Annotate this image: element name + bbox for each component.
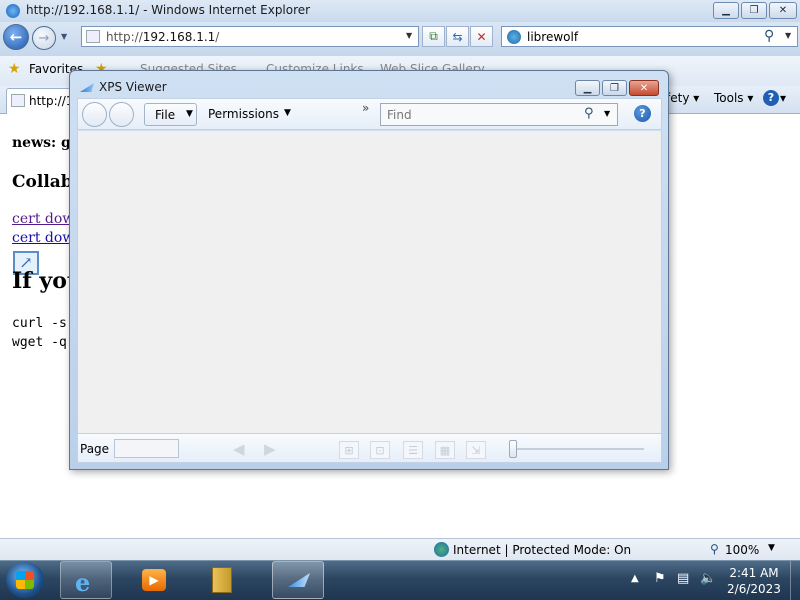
xps-viewer-window: XPS Viewer ▁ ❐ ✕ File ▼ Permissions ▼ » … xyxy=(69,70,669,470)
ie-taskbar-icon: e xyxy=(75,568,91,597)
collab-heading: Collab xyxy=(12,172,73,192)
taskbar-media-player-button[interactable]: ▶ xyxy=(128,561,180,599)
find-box[interactable]: Find ⚲ ▼ xyxy=(380,103,618,126)
clock-date: 2/6/2023 xyxy=(727,582,781,596)
previous-page-icon[interactable]: ◀ xyxy=(233,440,245,458)
search-icon[interactable]: ⚲ xyxy=(764,28,774,44)
refresh-icon[interactable]: ⇆ xyxy=(446,26,469,47)
page-label: Page xyxy=(80,442,110,456)
address-text: http://192.168.1.1/ xyxy=(106,30,220,44)
tab-label: http://1 xyxy=(29,94,74,108)
help-dropdown-icon[interactable]: ▾ xyxy=(780,91,786,105)
permissions-menu-label: Permissions xyxy=(208,107,279,121)
recent-pages-dropdown-icon[interactable]: ▼ xyxy=(61,32,67,41)
find-input[interactable]: Find xyxy=(387,108,412,122)
media-player-icon: ▶ xyxy=(142,569,166,591)
clock[interactable]: 2:41 AM 2/6/2023 xyxy=(722,565,786,597)
permissions-dropdown-icon: ▼ xyxy=(284,108,291,118)
fit-page-icon[interactable]: ⊡ xyxy=(370,441,390,459)
find-search-icon[interactable]: ⚲ xyxy=(584,106,594,121)
show-desktop-button[interactable] xyxy=(790,561,800,600)
xps-taskbar-icon xyxy=(288,573,310,587)
zone-status-text[interactable]: Internet | Protected Mode: On xyxy=(453,543,631,557)
fit-width-icon[interactable]: ☰ xyxy=(403,441,423,459)
zoom-slider-thumb[interactable] xyxy=(509,440,517,458)
next-page-icon[interactable]: ▶ xyxy=(264,440,276,458)
xps-title: XPS Viewer xyxy=(99,80,167,94)
taskbar-xps-button[interactable] xyxy=(272,561,324,599)
xps-help-icon[interactable]: ? xyxy=(634,105,651,122)
find-dropdown-icon[interactable]: ▼ xyxy=(604,109,610,118)
search-input[interactable]: librewolf xyxy=(527,30,578,44)
document-area[interactable] xyxy=(77,131,662,433)
search-box[interactable]: librewolf ⚲ ▼ xyxy=(501,26,798,47)
zoom-level[interactable]: 100% xyxy=(725,543,759,557)
address-dropdown-icon[interactable]: ▼ xyxy=(406,31,412,40)
clock-time: 2:41 AM xyxy=(729,566,779,580)
maximize-button[interactable]: ❐ xyxy=(741,2,767,19)
action-center-icon[interactable]: ⚑ xyxy=(654,571,666,586)
zoom-dropdown-icon[interactable]: ▼ xyxy=(768,543,775,553)
xps-app-icon xyxy=(80,83,94,92)
file-dropdown-icon: ▼ xyxy=(186,109,193,119)
tools-menu[interactable]: Tools ▾ xyxy=(714,91,753,105)
zoom-slider-track[interactable] xyxy=(512,448,644,450)
taskbar-explorer-button[interactable] xyxy=(196,561,248,599)
xps-maximize-button[interactable]: ❐ xyxy=(602,80,627,96)
code-line-2: wget -q xyxy=(12,335,67,350)
xps-minimize-button[interactable]: ▁ xyxy=(575,80,600,96)
minimize-button[interactable]: ▁ xyxy=(713,2,739,19)
close-button[interactable]: ✕ xyxy=(769,2,797,19)
search-provider-icon xyxy=(507,30,521,44)
xps-toolbar: File ▼ Permissions ▼ » Find ⚲ ▼ ? xyxy=(77,98,662,130)
xps-forward-button[interactable] xyxy=(109,102,134,127)
ie-logo-icon xyxy=(6,4,20,18)
xps-back-button[interactable] xyxy=(82,102,107,127)
safety-menu[interactable]: fety ▾ xyxy=(666,91,699,105)
internet-zone-icon xyxy=(434,542,449,557)
favorites-star-icon: ★ xyxy=(8,61,21,77)
code-line-1: curl -s xyxy=(12,316,67,331)
forward-button[interactable]: → xyxy=(32,26,56,50)
xps-bottom-bar: Page ◀ ▶ ⊞ ⊡ ☰ ▦ ⇲ xyxy=(77,433,662,463)
explorer-folder-icon xyxy=(212,567,232,593)
thumbnails-icon[interactable]: ▦ xyxy=(435,441,455,459)
file-menu-label: File xyxy=(155,108,176,122)
ie-title-bar: http://192.168.1.1/ - Windows Internet E… xyxy=(0,0,800,22)
show-hidden-icons[interactable]: ▲ xyxy=(631,573,639,584)
full-screen-icon[interactable]: ⇲ xyxy=(466,441,486,459)
compatibility-view-icon[interactable]: ⧉ xyxy=(422,26,445,47)
volume-muted-icon[interactable]: 🔈 xyxy=(700,571,716,586)
help-icon[interactable]: ? xyxy=(763,90,779,106)
page-number-input[interactable] xyxy=(114,439,179,458)
window-title: http://192.168.1.1/ - Windows Internet E… xyxy=(26,3,311,17)
page-icon xyxy=(86,30,100,43)
actual-size-icon[interactable]: ⊞ xyxy=(339,441,359,459)
permissions-menu[interactable]: Permissions ▼ xyxy=(202,103,294,126)
zoom-icon: ⚲ xyxy=(710,542,719,556)
status-bar: Internet | Protected Mode: On ⚲ 100% ▼ xyxy=(0,538,800,560)
file-menu[interactable]: File ▼ xyxy=(144,103,197,126)
toolbar-overflow-icon[interactable]: » xyxy=(362,101,369,115)
taskbar-ie-button[interactable]: e xyxy=(60,561,112,599)
tab-current[interactable]: http://1 xyxy=(6,88,74,114)
xps-close-button[interactable]: ✕ xyxy=(629,80,659,96)
stop-icon[interactable]: ✕ xyxy=(470,26,493,47)
tab-page-icon xyxy=(11,94,25,107)
search-dropdown-icon[interactable]: ▼ xyxy=(785,31,791,40)
address-bar[interactable]: http://192.168.1.1/ ▼ xyxy=(81,26,419,47)
start-button[interactable] xyxy=(6,562,44,598)
windows-logo-icon xyxy=(16,571,34,589)
back-button[interactable]: ← xyxy=(3,24,29,50)
network-icon[interactable]: ▤ xyxy=(677,571,689,586)
